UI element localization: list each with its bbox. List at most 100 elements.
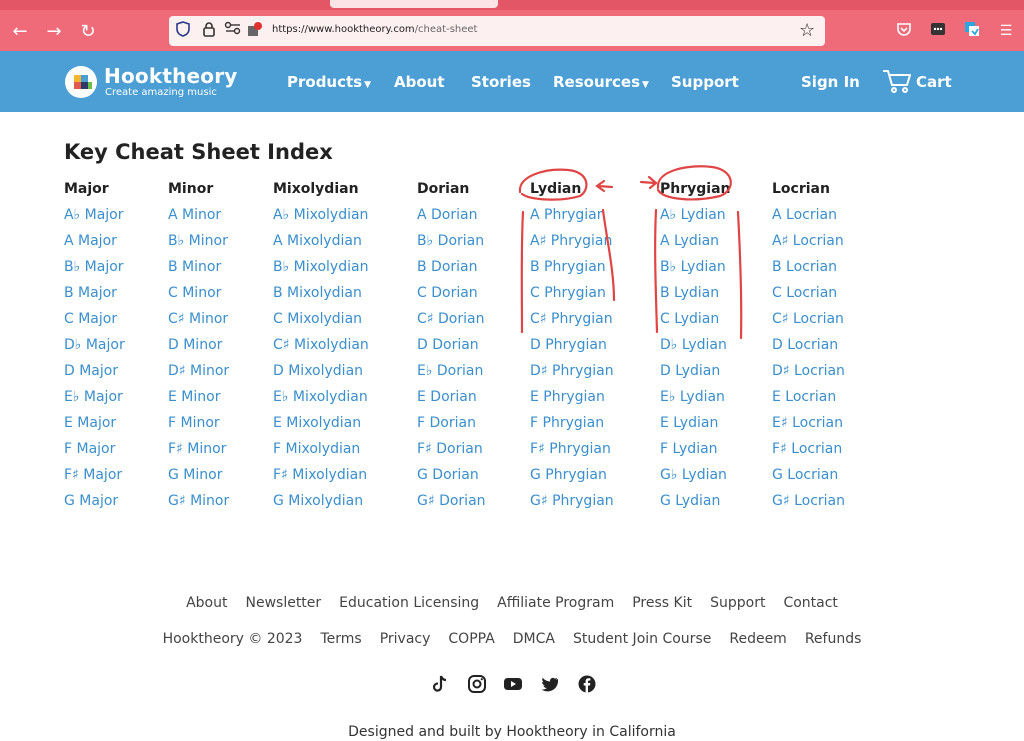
key-link[interactable]: C♯ Locrian [772,306,845,332]
key-link[interactable]: D♭ Lydian [660,332,731,358]
key-link[interactable]: D♭ Major [64,332,125,358]
key-link[interactable]: D Phrygian [530,332,614,358]
key-link[interactable]: E Phrygian [530,384,614,410]
key-link[interactable]: E Major [64,410,125,436]
nav-resources[interactable]: Resources ▼ [553,73,649,91]
key-link[interactable]: A Locrian [772,202,845,228]
lock-icon[interactable] [199,21,219,41]
key-link[interactable]: C Phrygian [530,280,614,306]
key-link[interactable]: C♯ Mixolydian [273,332,369,358]
key-link[interactable]: D♯ Locrian [772,358,845,384]
key-link[interactable]: C Mixolydian [273,306,369,332]
key-link[interactable]: G Major [64,488,125,514]
key-link[interactable]: G Minor [168,462,229,488]
key-link[interactable]: C Lydian [660,306,731,332]
key-link[interactable]: E♭ Lydian [660,384,731,410]
key-link[interactable]: A Mixolydian [273,228,369,254]
footer-link[interactable]: Newsletter [245,595,321,611]
key-link[interactable]: B♭ Mixolydian [273,254,369,280]
address-bar[interactable]: https://www.hooktheory.com/cheat-sheet ☆ [169,16,825,46]
footer-legal-link[interactable]: Terms [320,631,361,647]
nav-stories[interactable]: Stories [471,73,531,91]
key-link[interactable]: E Lydian [660,410,731,436]
key-link[interactable]: D Minor [168,332,229,358]
facebook-icon[interactable] [577,674,597,694]
key-link[interactable]: G Phrygian [530,462,614,488]
key-link[interactable]: C Locrian [772,280,845,306]
key-link[interactable]: D♯ Minor [168,358,229,384]
key-link[interactable]: F♯ Major [64,462,125,488]
key-link[interactable]: A♯ Phrygian [530,228,614,254]
key-link[interactable]: B Lydian [660,280,731,306]
reload-icon[interactable]: ↻ [76,20,100,44]
logo-name[interactable]: Hooktheory [104,64,238,88]
key-link[interactable]: B Dorian [417,254,486,280]
key-link[interactable]: D Dorian [417,332,486,358]
key-link[interactable]: E Mixolydian [273,410,369,436]
key-link[interactable]: B♭ Dorian [417,228,486,254]
twitter-icon[interactable] [540,674,560,694]
nav-support[interactable]: Support [671,73,739,91]
key-link[interactable]: D Mixolydian [273,358,369,384]
extension-menu-icon[interactable] [928,21,948,41]
key-link[interactable]: G Dorian [417,462,486,488]
key-link[interactable]: E Dorian [417,384,486,410]
forward-icon[interactable]: → [42,20,66,44]
cart-link[interactable]: Cart [916,73,952,91]
key-link[interactable]: G Mixolydian [273,488,369,514]
key-link[interactable]: A♭ Mixolydian [273,202,369,228]
footer-legal-link[interactable]: Refunds [805,631,862,647]
key-link[interactable]: F Major [64,436,125,462]
key-link[interactable]: G Locrian [772,462,845,488]
extension-icon[interactable] [962,21,982,41]
footer-link[interactable]: Contact [783,595,837,611]
key-link[interactable]: F Phrygian [530,410,614,436]
key-link[interactable]: C Major [64,306,125,332]
key-link[interactable]: E Locrian [772,384,845,410]
key-link[interactable]: F Dorian [417,410,486,436]
key-link[interactable]: F Mixolydian [273,436,369,462]
key-link[interactable]: G♯ Minor [168,488,229,514]
key-link[interactable]: G♯ Phrygian [530,488,614,514]
key-link[interactable]: A Minor [168,202,229,228]
bookmark-star-icon[interactable]: ☆ [799,20,815,42]
shield-icon[interactable] [173,21,193,41]
key-link[interactable]: B Locrian [772,254,845,280]
key-link[interactable]: F♯ Dorian [417,436,486,462]
key-link[interactable]: F♯ Mixolydian [273,462,369,488]
extension-puzzle-icon[interactable] [245,21,265,41]
footer-legal-link[interactable]: Student Join Course [573,631,711,647]
key-link[interactable]: F Minor [168,410,229,436]
key-link[interactable]: C♯ Phrygian [530,306,614,332]
key-link[interactable]: D Lydian [660,358,731,384]
key-link[interactable]: C♯ Dorian [417,306,486,332]
sign-in-link[interactable]: Sign In [801,73,860,91]
key-link[interactable]: G♭ Lydian [660,462,731,488]
key-link[interactable]: F Lydian [660,436,731,462]
key-link[interactable]: D Major [64,358,125,384]
key-link[interactable]: B Phrygian [530,254,614,280]
footer-link[interactable]: Support [710,595,765,611]
key-link[interactable]: D Locrian [772,332,845,358]
key-link[interactable]: D♯ Phrygian [530,358,614,384]
instagram-icon[interactable] [467,674,487,694]
key-link[interactable]: G Lydian [660,488,731,514]
key-link[interactable]: F♯ Locrian [772,436,845,462]
key-link[interactable]: F♯ Minor [168,436,229,462]
pocket-icon[interactable] [894,21,914,41]
browser-tab[interactable] [330,0,498,8]
key-link[interactable]: A♭ Major [64,202,125,228]
permissions-icon[interactable] [223,21,243,41]
key-link[interactable]: A Major [64,228,125,254]
key-link[interactable]: B Major [64,280,125,306]
nav-about[interactable]: About [394,73,445,91]
cart-icon[interactable] [882,68,912,94]
url-text[interactable]: https://www.hooktheory.com/cheat-sheet [272,24,477,35]
key-link[interactable]: B♭ Lydian [660,254,731,280]
key-link[interactable]: C♯ Minor [168,306,229,332]
footer-link[interactable]: Education Licensing [339,595,479,611]
key-link[interactable]: E♭ Dorian [417,358,486,384]
key-link[interactable]: A♭ Lydian [660,202,731,228]
footer-legal-link[interactable]: Privacy [380,631,431,647]
key-link[interactable]: E♯ Locrian [772,410,845,436]
